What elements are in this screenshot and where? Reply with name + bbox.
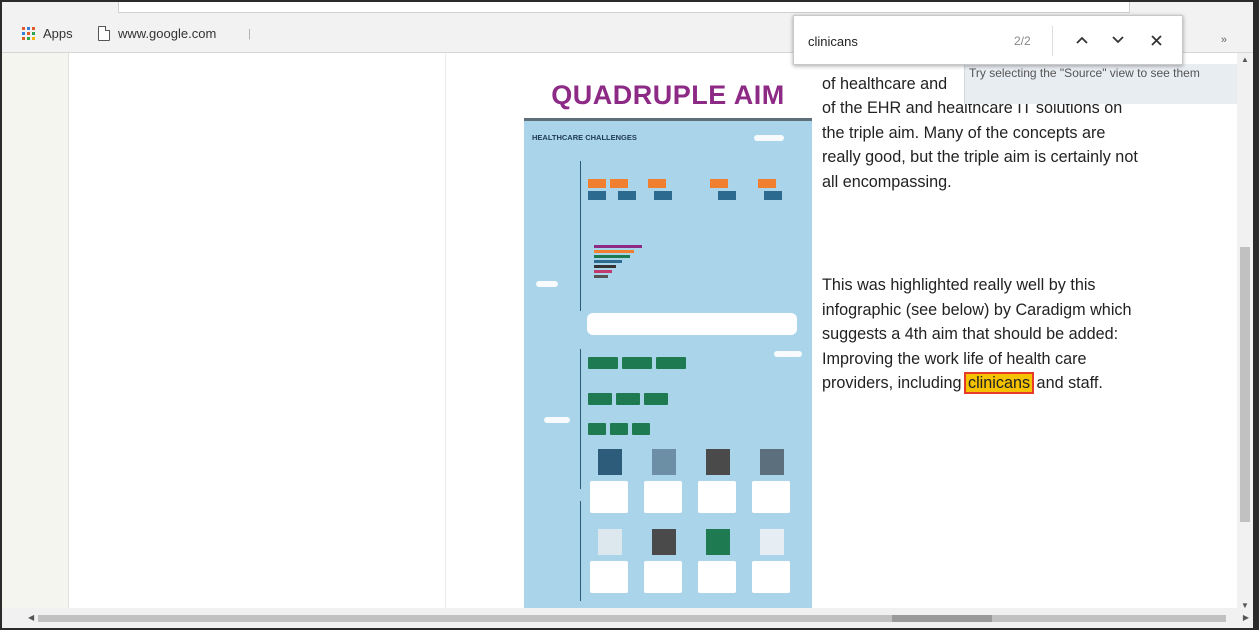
find-next-button[interactable] [1106, 28, 1130, 52]
driver-card [644, 561, 682, 593]
vertical-scroll-thumb[interactable] [1240, 247, 1250, 522]
chart-bar [594, 275, 608, 278]
laptop-icon [760, 449, 784, 475]
article-line: providers, including clinicans and staff… [822, 371, 1222, 396]
find-match-highlight: clinicans [963, 372, 1035, 394]
page-left-margin [2, 53, 69, 612]
chart-block [654, 191, 672, 200]
bookmark-separator-icon: | [248, 28, 251, 40]
bookmark-google[interactable]: www.google.com [98, 24, 216, 42]
driver-card [698, 561, 736, 593]
article-paragraph: This was highlighted really well by this… [822, 273, 1222, 396]
article-line: all encompassing. [822, 172, 952, 191]
money-icon [632, 423, 650, 435]
bookmark-apps[interactable]: Apps [22, 24, 73, 42]
chart-bar [594, 245, 642, 248]
more-bookmarks-icon[interactable]: » [1221, 34, 1227, 46]
quadruple-aim-infographic: QUADRUPLE AIM HEALTHCARE CHALLENGES [524, 62, 812, 617]
horizontal-scroll-thumb[interactable] [38, 615, 1226, 622]
infographic-panel: HEALTHCARE CHALLENGES [524, 118, 812, 617]
chart-block [758, 179, 776, 188]
page-icon [98, 25, 110, 41]
chart-bar [594, 260, 622, 263]
timeline-line [580, 161, 581, 311]
chart-block [588, 179, 606, 188]
horizontal-scrollbar[interactable]: ◀ ▶ [2, 608, 1253, 628]
chart-block [610, 179, 628, 188]
cloud-icon [536, 281, 558, 287]
browser-window: Apps www.google.com | » QUADRUPLE AIM HE… [0, 0, 1259, 630]
chart-block [588, 191, 606, 200]
network-icon [760, 529, 784, 555]
horizontal-scroll-thumb-active[interactable] [892, 615, 992, 622]
bookmark-google-label: www.google.com [118, 25, 217, 41]
page-left-column [69, 53, 446, 612]
cloud-icon [774, 351, 802, 357]
article-text: providers, including [822, 374, 966, 392]
bookmark-apps-label: Apps [43, 25, 73, 41]
find-close-button[interactable] [1144, 28, 1168, 52]
vertical-scrollbar[interactable]: ▲ ▼ [1237, 53, 1253, 612]
tooltip: Try selecting the "Source" view to see t… [964, 64, 1253, 104]
driver-card [590, 481, 628, 513]
doctor-icon [706, 449, 730, 475]
infographic-panel-heading: HEALTHCARE CHALLENGES [532, 133, 637, 142]
find-input[interactable] [808, 30, 998, 52]
chart-block [764, 191, 782, 200]
timeline-line [580, 349, 581, 489]
article-line: the triple aim. Many of the concepts are [822, 123, 1106, 142]
scroll-left-icon[interactable]: ◀ [28, 613, 34, 622]
chevron-up-icon [1076, 36, 1088, 44]
article-line: This was highlighted really well by this [822, 276, 1096, 294]
chart-block [618, 191, 636, 200]
cloud-icon [754, 135, 784, 141]
chart-bar [594, 255, 630, 258]
timeline-line [580, 501, 581, 601]
infographic-note [587, 313, 797, 335]
chart-block [710, 179, 728, 188]
scroll-right-icon[interactable]: ▶ [1243, 613, 1249, 622]
driver-card [752, 561, 790, 593]
chart-block [648, 179, 666, 188]
apps-grid-icon [22, 26, 35, 40]
building-icon [652, 449, 676, 475]
person-icon [598, 449, 622, 475]
article-line: suggests a 4th aim that should be added: [822, 325, 1119, 343]
chart-block [718, 191, 736, 200]
tooltip-text: Try selecting the "Source" view to see t… [969, 66, 1200, 80]
close-icon [1150, 34, 1162, 46]
money-icon [622, 357, 652, 369]
scroll-up-icon[interactable]: ▲ [1241, 55, 1249, 64]
chevron-down-icon [1112, 36, 1124, 44]
driver-card [590, 561, 628, 593]
driver-card [752, 481, 790, 513]
infographic-title: QUADRUPLE AIM [551, 80, 785, 110]
driver-card [698, 481, 736, 513]
chart-bar [594, 270, 612, 273]
money-arrow-icon [706, 529, 730, 555]
money-icon [588, 393, 612, 405]
money-icon [616, 393, 640, 405]
find-divider [1052, 26, 1053, 56]
money-icon [644, 393, 668, 405]
find-match-count: 2/2 [1014, 34, 1031, 48]
money-icon [610, 423, 628, 435]
capitol-icon [598, 529, 622, 555]
find-bar: 2/2 [793, 15, 1183, 65]
cloud-icon [544, 417, 570, 423]
chart-bar [594, 265, 616, 268]
chart-bar [594, 250, 634, 253]
find-previous-button[interactable] [1070, 28, 1094, 52]
driver-card [644, 481, 682, 513]
article-line: really good, but the triple aim is certa… [822, 148, 1138, 166]
money-icon [588, 423, 606, 435]
money-icon [588, 357, 618, 369]
article-text: and staff. [1032, 374, 1103, 392]
address-bar-edge[interactable] [118, 2, 1130, 13]
pharmacist-icon [652, 529, 676, 555]
article-line: Improving the work life of health care [822, 349, 1087, 368]
money-icon [656, 357, 686, 369]
article-line: infographic (see below) by Caradigm whic… [822, 300, 1132, 319]
